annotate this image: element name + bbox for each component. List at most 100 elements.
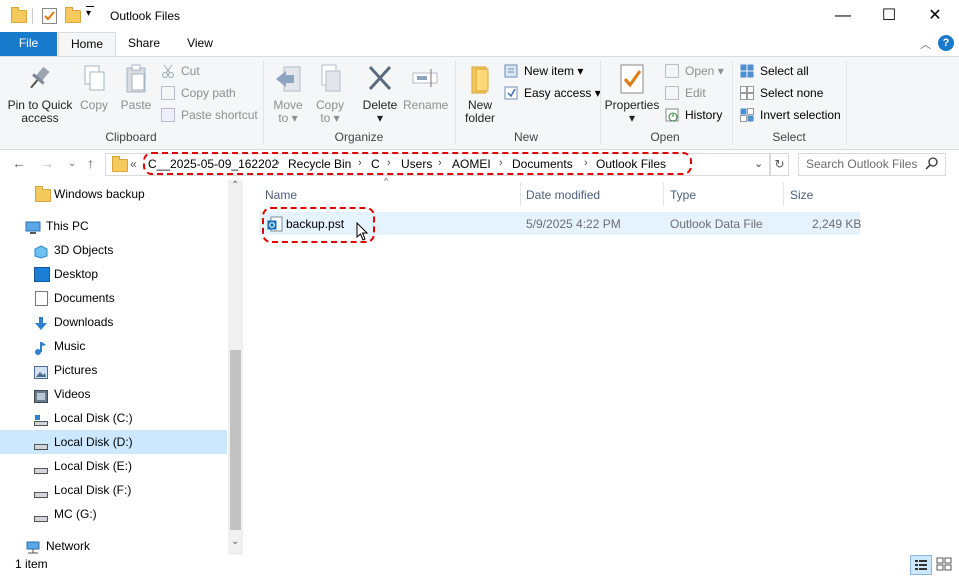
nav-item-downloads[interactable]: Downloads	[0, 310, 227, 334]
item-count: 1 item	[15, 557, 48, 571]
navigation-pane: Windows backup This PC 3D Objects Deskto…	[0, 180, 243, 555]
copy-to-button[interactable]: Copy to ▾	[312, 63, 348, 125]
customize-toolbar-bar	[86, 6, 94, 7]
column-divider[interactable]	[663, 182, 664, 206]
drive-icon	[34, 435, 48, 450]
nav-item-desktop[interactable]: Desktop	[0, 262, 227, 286]
select-all-button[interactable]: Select all	[740, 62, 809, 80]
refresh-icon[interactable]: ↻	[770, 153, 789, 176]
new-item-label: New item	[524, 64, 575, 78]
column-date-modified[interactable]: Date modified	[526, 188, 600, 202]
tab-view[interactable]: View	[174, 32, 226, 56]
cut-button[interactable]: Cut	[161, 62, 200, 80]
highlight-address-path	[143, 152, 692, 175]
nav-item-3d-objects[interactable]: 3D Objects	[0, 238, 227, 262]
pin-to-quick-access-button[interactable]: Pin to Quick access	[4, 63, 76, 125]
copy-label: Copy	[79, 98, 108, 112]
customize-toolbar-icon[interactable]: ▾	[86, 8, 91, 19]
nav-item-label: Videos	[54, 387, 91, 401]
column-name[interactable]: Name	[265, 188, 297, 202]
nav-item-label: Local Disk (D:)	[54, 435, 133, 449]
column-divider[interactable]	[520, 182, 521, 206]
nav-item-local-disk-f[interactable]: Local Disk (F:)	[0, 478, 227, 502]
group-label-organize: Organize	[334, 130, 384, 144]
group-label-open: Open	[650, 130, 680, 144]
group-label-new: New	[513, 130, 538, 144]
divider	[32, 8, 33, 24]
paste-shortcut-button[interactable]: Paste shortcut	[161, 106, 258, 124]
nav-item-label: This PC	[46, 219, 89, 233]
select-none-button[interactable]: Select none	[740, 84, 823, 102]
new-item-icon	[504, 64, 518, 78]
system-drive-icon	[34, 411, 48, 426]
file-type: Outlook Data File	[670, 217, 763, 231]
search-icon[interactable]	[925, 156, 939, 173]
easy-access-icon	[504, 86, 518, 100]
maximize-button[interactable]: ☐	[866, 0, 912, 31]
history-label: History	[685, 108, 723, 122]
up-arrow-icon[interactable]: ↑	[87, 155, 94, 171]
collapse-ribbon-icon[interactable]: ︿	[920, 36, 931, 52]
details-view-icon[interactable]	[910, 555, 932, 575]
desktop-icon	[34, 267, 50, 282]
move-to-label-2: to	[278, 111, 289, 125]
search-placeholder: Search Outlook Files	[806, 157, 918, 171]
address-dropdown-icon[interactable]: ⌄	[754, 157, 763, 170]
properties-button[interactable]: Properties ▾	[604, 63, 660, 125]
close-button[interactable]: ✕	[912, 0, 958, 31]
tab-home[interactable]: Home	[58, 32, 116, 57]
nav-item-pictures[interactable]: Pictures	[0, 358, 227, 382]
new-item-button[interactable]: New item ▾	[504, 62, 583, 80]
copy-path-button[interactable]: Copy path	[161, 84, 236, 102]
new-folder-button[interactable]: New folder	[460, 63, 500, 125]
column-type[interactable]: Type	[670, 188, 696, 202]
edit-button[interactable]: Edit	[665, 84, 706, 102]
search-input[interactable]: Search Outlook Files	[798, 153, 946, 176]
new-folder-icon[interactable]	[65, 7, 81, 23]
tab-file[interactable]: File	[0, 32, 57, 56]
easy-access-label: Easy access	[524, 86, 592, 100]
scroll-up-icon[interactable]: ⌃	[231, 180, 239, 191]
copy-path-icon	[161, 86, 175, 100]
invert-selection-button[interactable]: Invert selection	[740, 106, 841, 124]
nav-item-documents[interactable]: Documents	[0, 286, 227, 310]
forward-arrow-icon[interactable]: →	[40, 155, 54, 171]
nav-item-local-disk-d[interactable]: Local Disk (D:)	[0, 430, 227, 454]
nav-item-local-disk-c[interactable]: Local Disk (C:)	[0, 406, 227, 430]
open-button[interactable]: Open ▾	[665, 62, 724, 80]
folder-icon	[112, 156, 128, 172]
help-icon[interactable]: ?	[938, 35, 954, 51]
move-to-button[interactable]: Move to ▾	[270, 63, 306, 125]
delete-button[interactable]: Delete ▾	[360, 63, 400, 125]
history-button[interactable]: History	[665, 106, 722, 124]
music-note-icon	[34, 339, 48, 355]
paste-button[interactable]: Paste	[118, 63, 154, 112]
column-divider[interactable]	[783, 182, 784, 206]
breadcrumb-overflow[interactable]: «	[130, 157, 137, 171]
scroll-down-icon[interactable]: ⌄	[231, 536, 239, 547]
edit-label: Edit	[685, 86, 706, 100]
select-none-label: Select none	[760, 86, 824, 100]
column-size[interactable]: Size	[790, 188, 813, 202]
nav-item-label: Local Disk (F:)	[54, 483, 132, 497]
rename-button[interactable]: Rename	[403, 63, 448, 112]
scrollbar-thumb[interactable]	[230, 350, 241, 530]
nav-item-label: Windows backup	[54, 187, 145, 201]
back-arrow-icon[interactable]: ←	[12, 155, 26, 171]
nav-item-videos[interactable]: Videos	[0, 382, 227, 406]
easy-access-button[interactable]: Easy access ▾	[504, 84, 601, 102]
nav-item-music[interactable]: Music	[0, 334, 227, 358]
nav-item-mc-g[interactable]: MC (G:)	[0, 502, 227, 526]
nav-item-local-disk-e[interactable]: Local Disk (E:)	[0, 454, 227, 478]
properties-icon[interactable]	[42, 8, 57, 24]
minimize-button[interactable]: —	[820, 0, 866, 31]
nav-item-this-pc[interactable]: This PC	[0, 214, 227, 238]
computer-icon	[25, 219, 41, 234]
nav-scrollbar[interactable]: ⌃ ⌄	[228, 180, 243, 555]
paste-label: Paste	[120, 98, 152, 112]
tab-share[interactable]: Share	[118, 32, 170, 56]
large-icons-view-icon[interactable]	[934, 555, 954, 573]
copy-button[interactable]: Copy	[76, 63, 112, 112]
recent-locations-icon[interactable]: ⌄	[68, 158, 76, 169]
nav-item-windows-backup[interactable]: Windows backup	[0, 182, 227, 206]
